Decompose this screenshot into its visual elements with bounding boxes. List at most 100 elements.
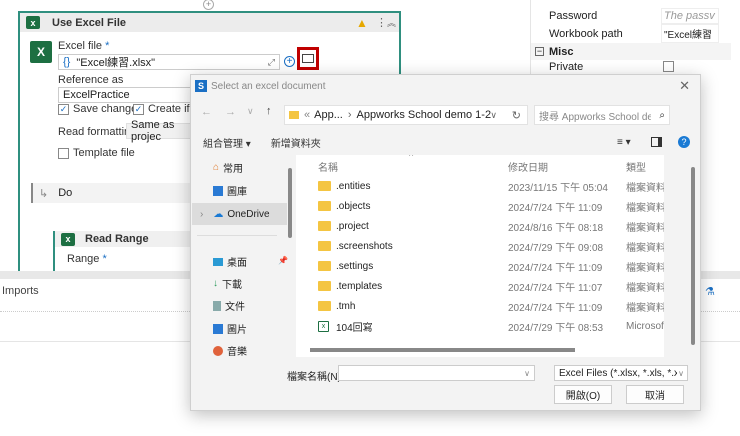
property-label: Workbook path — [549, 27, 623, 40]
file-row[interactable]: .settings 2024/7/24 下午 11:09 檔案資料夾 — [296, 256, 664, 276]
file-row[interactable]: .project 2024/8/16 下午 08:18 檔案資料夾 — [296, 216, 664, 236]
search-icon: ⌕ — [659, 109, 665, 121]
collapse-box-icon[interactable]: − — [535, 47, 544, 56]
collapse-icon[interactable]: ︽ — [387, 16, 396, 29]
file-row[interactable]: .tmh 2024/7/24 下午 11:09 檔案資料夾 — [296, 296, 664, 316]
card-title: Use Excel File — [52, 16, 126, 29]
file-type: 檔案資料夾 — [626, 242, 664, 254]
property-label: Private — [549, 60, 584, 73]
breadcrumb-item[interactable]: Appworks School demo 1-2 — [357, 109, 492, 121]
workbook-path-input[interactable]: "Excel練習 — [661, 24, 719, 43]
private-checkbox[interactable] — [663, 61, 674, 72]
folder-icon — [318, 301, 331, 311]
file-date: 2024/7/29 下午 08:53 — [508, 322, 604, 334]
file-row[interactable]: .templates 2024/7/24 下午 11:07 檔案資料夾 — [296, 276, 664, 296]
column-headers: 名稱 修改日期 類型 — [296, 156, 664, 176]
file-date: 2024/8/16 下午 08:18 — [508, 222, 604, 234]
test-icon[interactable]: ⚗ — [705, 285, 715, 298]
read-range-title: Read Range — [85, 233, 149, 245]
folder-icon — [318, 201, 331, 211]
nav-item-home[interactable]: ⌂ 常用 — [213, 160, 243, 175]
filename-input[interactable]: ∨ — [338, 365, 535, 381]
excel-file-input[interactable]: {} "Excel練習.xlsx" ⤢ — [58, 54, 280, 70]
read-range-card[interactable]: x Read Range Range * — [53, 231, 203, 271]
column-header-date[interactable]: 修改日期 — [508, 159, 548, 174]
required-mark: * — [102, 253, 107, 265]
do-label: Do — [58, 187, 73, 199]
save-changes-checkbox[interactable]: ✓ Save changes — [58, 103, 143, 115]
read-formatting-label: Read formatting — [58, 126, 137, 138]
recent-dropdown-icon[interactable]: ∨ — [247, 106, 254, 117]
file-name: .objects — [336, 200, 371, 212]
cloud-icon: ☁ — [213, 208, 224, 220]
new-folder-button[interactable]: 新增資料夾 — [271, 135, 321, 150]
back-icon[interactable]: ← — [201, 106, 212, 118]
property-row-password: Password The passv — [531, 7, 731, 24]
reference-label: Reference as — [58, 74, 124, 86]
file-name: 104回寫 — [336, 322, 373, 334]
file-list-scrollbar[interactable] — [691, 167, 695, 345]
more-icon[interactable]: ⋮ — [376, 16, 387, 29]
address-bar[interactable]: « App... › Appworks School demo 1-2 ∨ ↻ — [284, 105, 528, 125]
card-header[interactable]: x Use Excel File ▲ ⋮ ︽ — [20, 13, 399, 32]
horizontal-scrollbar[interactable] — [310, 348, 575, 352]
excel-file-label: Excel file — [58, 40, 103, 52]
breadcrumb-item[interactable]: App... — [314, 109, 343, 121]
nav-item-downloads[interactable]: ↓ 下載 — [213, 276, 242, 291]
browse-folder-button[interactable] — [297, 47, 319, 70]
folder-icon — [318, 281, 331, 291]
close-icon[interactable]: ✕ — [679, 78, 690, 94]
breadcrumb-overflow: « — [304, 109, 311, 121]
nav-scrollbar[interactable] — [288, 168, 292, 238]
properties-panel: Password The passv Workbook path "Excel練… — [530, 0, 740, 75]
nav-item-music[interactable]: 音樂 — [213, 343, 247, 358]
address-dropdown-icon[interactable]: ∨ — [490, 110, 497, 121]
file-type: 檔案資料夾 — [626, 222, 664, 234]
pictures-icon — [213, 323, 223, 334]
file-row[interactable]: .screenshots 2024/7/29 下午 09:08 檔案資料夾 — [296, 236, 664, 256]
open-button[interactable]: 開啟(O) — [554, 385, 612, 404]
add-activity-icon[interactable]: + — [203, 0, 214, 10]
add-variable-icon[interactable]: + — [284, 56, 295, 67]
refresh-icon[interactable]: ↻ — [512, 109, 521, 122]
nav-item-desktop[interactable]: 桌面 — [213, 254, 247, 269]
dropdown-icon: ∨ — [678, 368, 684, 378]
file-row[interactable]: .entities 2023/11/15 下午 05:04 檔案資料夾 — [296, 176, 664, 196]
expand-icon[interactable]: ⤢ — [268, 57, 275, 68]
read-range-header[interactable]: x Read Range — [55, 231, 203, 247]
file-type-select[interactable]: Excel Files (*.xlsx, *.xls, *.xlsm,∨ — [554, 365, 688, 381]
nav-item-pictures[interactable]: 圖片 — [213, 321, 247, 336]
file-date: 2024/7/24 下午 11:09 — [508, 302, 603, 314]
search-input[interactable]: 搜尋 Appworks School de... ⌕ — [534, 105, 670, 125]
forward-icon[interactable]: → — [225, 106, 236, 118]
password-input[interactable]: The passv — [661, 7, 719, 24]
cancel-button[interactable]: 取消 — [626, 385, 684, 404]
file-name: .settings — [336, 260, 374, 272]
breadcrumb-separator: › — [347, 109, 352, 121]
file-type: 檔案資料夾 — [626, 302, 664, 314]
nav-label: 圖庫 — [227, 187, 247, 198]
column-header-type[interactable]: 類型 — [626, 159, 646, 174]
file-row[interactable]: x 104回寫 2024/7/29 下午 08:53 Microsoft Ex — [296, 316, 664, 336]
imports-tab[interactable]: Imports — [2, 285, 39, 297]
nav-item-documents[interactable]: 文件 — [213, 298, 245, 313]
property-row-private: Private — [531, 58, 731, 75]
nav-item-gallery[interactable]: 圖庫 — [213, 183, 247, 198]
help-icon[interactable]: ? — [678, 136, 690, 148]
up-icon[interactable]: ↑ — [266, 105, 272, 117]
view-icon[interactable]: ≡ ▾ — [617, 137, 631, 148]
preview-pane-icon[interactable] — [651, 137, 662, 147]
nav-item-onedrive[interactable]: › ☁ OneDrive — [192, 203, 287, 225]
organize-menu[interactable]: 組合管理 ▾ — [203, 135, 251, 150]
column-header-name[interactable]: 名稱 — [318, 159, 338, 174]
gallery-icon — [213, 185, 223, 196]
misc-header: Misc — [549, 45, 574, 58]
folder-icon — [318, 261, 331, 271]
download-icon: ↓ — [213, 278, 218, 289]
folder-icon — [289, 111, 299, 119]
file-row[interactable]: .objects 2024/7/24 下午 11:09 檔案資料夾 — [296, 196, 664, 216]
template-file-checkbox[interactable]: Template file — [58, 147, 135, 159]
template-file-label: Template file — [73, 147, 135, 159]
nav-divider — [197, 235, 277, 236]
property-row-workbook-path: Workbook path "Excel練習 — [531, 24, 731, 43]
